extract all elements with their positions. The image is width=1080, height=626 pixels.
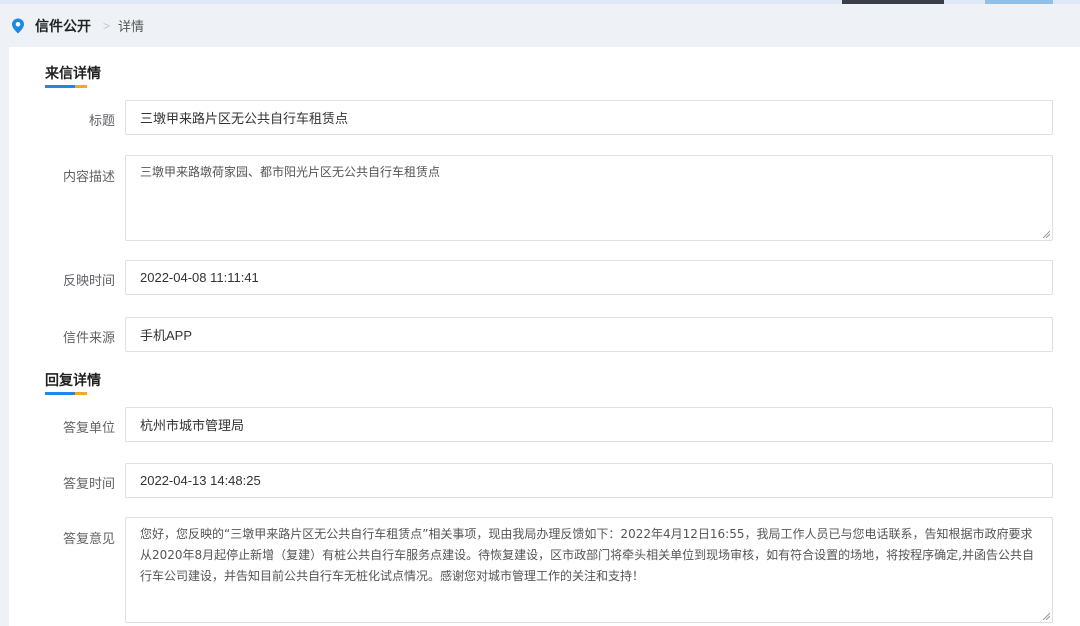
location-pin-icon (12, 18, 24, 33)
breadcrumb-home-link[interactable]: 信件公开 (35, 16, 91, 36)
source-field[interactable]: 手机APP (125, 317, 1053, 352)
reply-unit-field[interactable]: 杭州市城市管理局 (125, 407, 1053, 442)
description-label: 内容描述 (62, 169, 115, 184)
report-time-field[interactable]: 2022-04-08 11:11:41 (125, 260, 1053, 295)
reply-opinion-text: 您好，您反映的“三墩甲来路片区无公共自行车租赁点”相关事项，现由我局办理反馈如下… (140, 527, 1034, 583)
letter-section-title: 来信详情 (45, 65, 101, 81)
reply-opinion-textarea[interactable]: 您好，您反映的“三墩甲来路片区无公共自行车租赁点”相关事项，现由我局办理反馈如下… (125, 517, 1053, 623)
detail-panel: 来信详情 标题 三墩甲来路片区无公共自行车租赁点 内容描述 三墩甲来路墩荷家园、… (9, 47, 1080, 626)
reply-section-underline (45, 392, 87, 395)
report-time-label: 反映时间 (62, 273, 115, 288)
resize-grip-icon[interactable] (1042, 230, 1050, 238)
description-text: 三墩甲来路墩荷家园、都市阳光片区无公共自行车租赁点 (140, 165, 441, 179)
resize-grip-icon[interactable] (1042, 612, 1050, 620)
breadcrumb: 信件公开 > 详情 (0, 4, 1080, 47)
reply-section-title: 回复详情 (45, 372, 101, 388)
chevron-right-icon: > (103, 18, 111, 33)
source-label: 信件来源 (62, 330, 115, 345)
reply-time-label: 答复时间 (62, 476, 115, 491)
reply-time-field[interactable]: 2022-04-13 14:48:25 (125, 463, 1053, 498)
title-field[interactable]: 三墩甲来路片区无公共自行车租赁点 (125, 100, 1053, 135)
description-textarea[interactable]: 三墩甲来路墩荷家园、都市阳光片区无公共自行车租赁点 (125, 155, 1053, 241)
reply-unit-label: 答复单位 (62, 420, 115, 435)
letter-section-underline (45, 85, 87, 88)
breadcrumb-current: 详情 (118, 19, 145, 34)
reply-opinion-label: 答复意见 (62, 531, 115, 546)
title-label: 标题 (88, 113, 115, 128)
